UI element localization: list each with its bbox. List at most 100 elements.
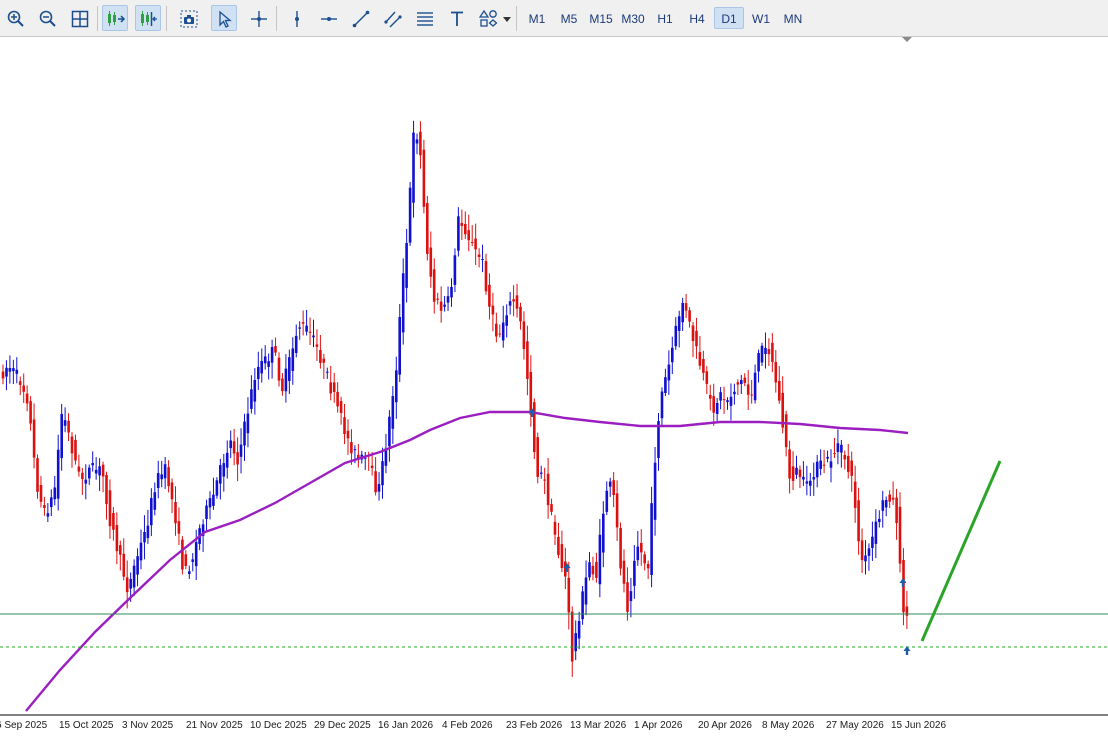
bearish-candle [181, 539, 184, 570]
bullish-candle [263, 356, 267, 364]
bearish-candle [322, 358, 326, 363]
bearish-candle [543, 479, 546, 481]
x-axis-label: 23 Feb 2026 [506, 720, 563, 731]
chart-shift-icon[interactable] [135, 5, 161, 31]
bullish-candle [391, 396, 395, 429]
bearish-candle [350, 442, 353, 454]
bearish-candle [491, 305, 495, 315]
timeframe-mn[interactable]: MN [778, 7, 808, 29]
chevron-down-icon[interactable] [500, 5, 512, 31]
bullish-candle [729, 396, 733, 406]
bearish-candle [612, 480, 615, 495]
cursor-icon[interactable] [211, 5, 237, 31]
bearish-candle [439, 301, 443, 311]
timeframe-m15[interactable]: M15 [586, 7, 616, 29]
bearish-candle [698, 352, 702, 366]
bullish-candle [443, 304, 446, 307]
horizontal-line-icon[interactable] [315, 5, 341, 31]
screenshot-icon[interactable] [175, 5, 201, 31]
price-chart[interactable]: 6 Sep 2025 15 Oct 2025 3 Nov 2025 21 Nov… [0, 37, 1108, 736]
timeframe-h4[interactable]: H4 [682, 7, 712, 29]
bullish-candle [715, 403, 719, 414]
x-axis-label: 21 Nov 2025 [186, 720, 243, 731]
bullish-candle [239, 444, 243, 457]
bullish-candle [50, 497, 53, 508]
bearish-candle [691, 325, 695, 341]
bearish-candle [319, 350, 322, 363]
bullish-candle [588, 562, 591, 578]
timeframe-m5[interactable]: M5 [554, 7, 584, 29]
bullish-candle [139, 542, 143, 561]
bearish-candle [743, 377, 747, 383]
zoom-out-icon[interactable] [34, 5, 60, 31]
bearish-candle [750, 394, 753, 396]
bullish-candle [577, 621, 581, 639]
bullish-candle [267, 361, 270, 367]
bullish-candle [840, 444, 843, 453]
bearish-candle [798, 469, 802, 478]
bullish-candle [881, 500, 885, 511]
bearish-candle [550, 504, 553, 512]
bullish-candle [326, 371, 329, 373]
bearish-candle [470, 242, 474, 243]
bullish-candle [864, 555, 867, 562]
auto-scroll-icon[interactable] [102, 5, 128, 31]
shapes-icon[interactable] [475, 5, 501, 31]
bullish-candle [91, 463, 94, 466]
bearish-candle [184, 554, 188, 566]
bullish-candle [160, 474, 163, 480]
bearish-candle [436, 298, 439, 300]
bullish-candle [809, 480, 812, 486]
chart-toolbar: M1 M5 M15 M30 H1 H4 D1 W1 MN [0, 0, 1108, 37]
bearish-candle [301, 322, 305, 324]
text-icon[interactable] [443, 5, 469, 31]
bearish-candle [702, 359, 705, 373]
trendline-icon[interactable] [347, 5, 373, 31]
bullish-candle [802, 476, 805, 480]
bearish-candle [346, 430, 350, 439]
x-axis-label: 29 Dec 2025 [314, 720, 371, 731]
bearish-candle [746, 384, 750, 395]
timeframe-w1[interactable]: W1 [746, 7, 776, 29]
channel-icon[interactable] [379, 5, 405, 31]
tile-windows-icon[interactable] [66, 5, 92, 31]
bearish-candle [622, 560, 626, 584]
bearish-candle [712, 396, 715, 413]
bearish-candle [560, 544, 564, 568]
bullish-candle [653, 462, 657, 520]
bearish-candle [515, 295, 519, 309]
zoom-in-icon[interactable] [2, 5, 28, 31]
bullish-candle [539, 472, 543, 474]
bearish-candle [43, 505, 46, 508]
bullish-candle [270, 347, 274, 363]
bearish-candle [174, 502, 177, 524]
bearish-candle [488, 284, 491, 307]
bullish-candle [719, 392, 722, 401]
bullish-candle [457, 216, 460, 251]
x-axis-label: 6 Sep 2025 [0, 720, 48, 731]
bullish-candle [229, 440, 232, 449]
bearish-candle [112, 513, 115, 530]
timeframe-d1[interactable]: D1 [714, 7, 744, 29]
bullish-candle [453, 255, 457, 285]
crosshair-icon[interactable] [245, 5, 271, 31]
fibonacci-icon[interactable] [411, 5, 437, 31]
bullish-candle [5, 367, 8, 377]
bullish-candle [225, 452, 229, 468]
timeframe-m30[interactable]: M30 [618, 7, 648, 29]
timeframe-m1[interactable]: M1 [522, 7, 552, 29]
bullish-candle [871, 536, 874, 548]
bullish-candle [243, 421, 246, 446]
bullish-candle [150, 498, 153, 526]
bearish-candle [484, 261, 488, 292]
bearish-candle [788, 449, 791, 479]
bearish-candle [477, 254, 481, 257]
vertical-line-icon[interactable] [283, 5, 309, 31]
bullish-candle [884, 500, 888, 508]
bullish-candle [94, 469, 98, 474]
bearish-candle [281, 378, 284, 392]
timeframe-h1[interactable]: H1 [650, 7, 680, 29]
bearish-candle [432, 269, 436, 302]
bullish-candle [753, 372, 757, 401]
bearish-candle [36, 458, 39, 492]
